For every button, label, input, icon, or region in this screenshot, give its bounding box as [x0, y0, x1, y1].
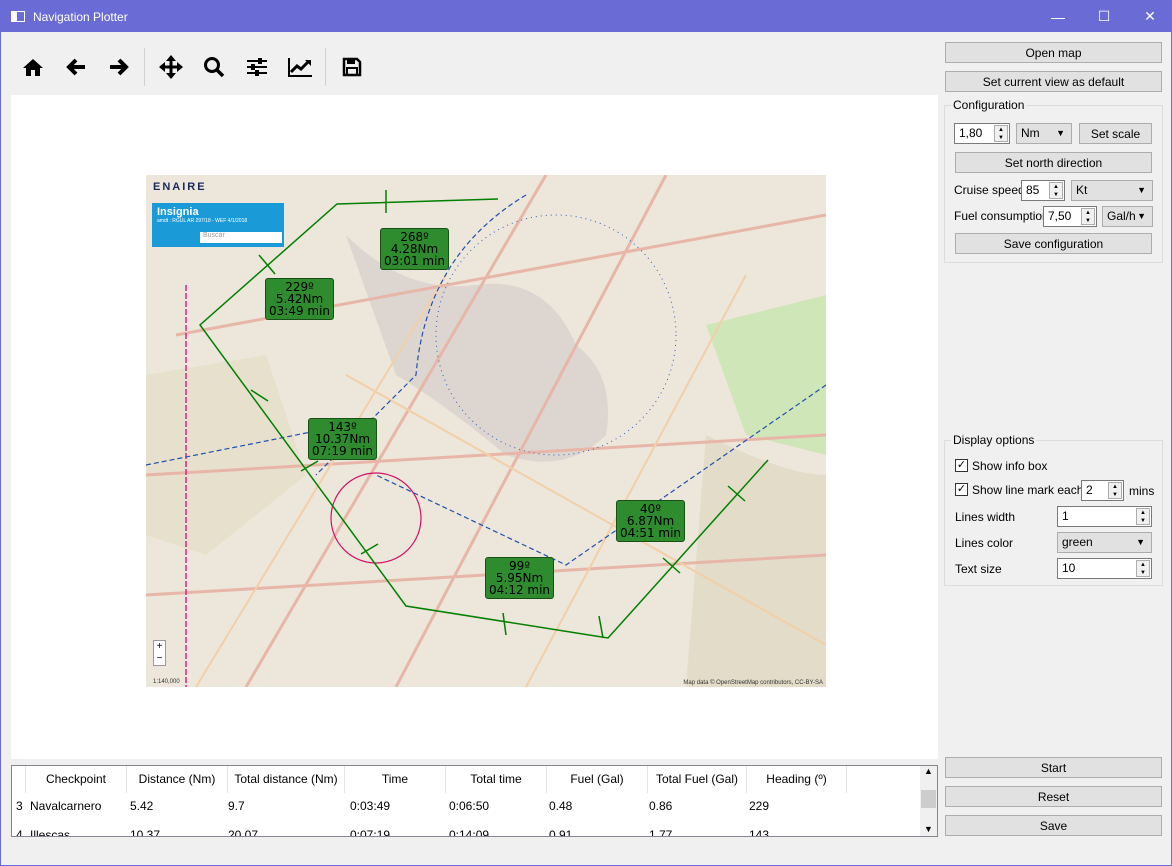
lines-color-select[interactable]: green ▼ [1057, 532, 1152, 553]
fuel-consumption-spinbox[interactable]: 7,50 ▲ ▼ [1043, 206, 1097, 227]
save-configuration-button[interactable]: Save configuration [955, 233, 1152, 254]
forward-button[interactable] [97, 45, 140, 89]
set-default-view-button[interactable]: Set current view as default [945, 71, 1162, 92]
edit-axis-button[interactable] [278, 45, 321, 89]
cruise-unit-select[interactable]: Kt ▼ [1071, 180, 1153, 201]
toolbar-separator [144, 48, 145, 86]
mins-label: mins [1129, 484, 1155, 498]
map-search-input[interactable]: Buscar [200, 232, 282, 243]
save-button[interactable]: Save [945, 815, 1162, 836]
route-line [198, 198, 769, 639]
back-arrow-icon [65, 58, 85, 76]
map-image[interactable]: ENAIRE Insignia amdt : RGUL AR 297/18 - … [146, 175, 826, 687]
column-header[interactable]: Total Fuel (Gal) [648, 766, 747, 793]
map-info-box: Insignia amdt : RGUL AR 297/18 - WEF 4/1… [152, 203, 284, 247]
plot-canvas[interactable]: ENAIRE Insignia amdt : RGUL AR 297/18 - … [11, 95, 938, 759]
forward-arrow-icon [109, 58, 129, 76]
scale-spinbox[interactable]: 1,80 ▲ ▼ [954, 123, 1010, 144]
column-header[interactable]: Total distance (Nm) [228, 766, 345, 793]
title-bar: Navigation Plotter — ☐ ✕ [1, 1, 1172, 32]
scroll-down-icon[interactable]: ▼ [920, 824, 937, 834]
column-header[interactable]: Fuel (Gal) [547, 766, 648, 793]
map-attribution: Map data © OpenStreetMap contributors, C… [683, 680, 823, 686]
fuel-consumption-label: Fuel consumption [954, 209, 1049, 223]
column-header[interactable]: Heading (º) [747, 766, 847, 793]
reset-button[interactable]: Reset [945, 786, 1162, 807]
window-title: Navigation Plotter [33, 9, 128, 24]
start-button[interactable]: Start [945, 757, 1162, 778]
column-header[interactable]: Time [345, 766, 446, 793]
zoom-button[interactable] [192, 45, 235, 89]
set-north-button[interactable]: Set north direction [955, 152, 1152, 173]
map-zoom-control[interactable]: + − [153, 640, 166, 666]
app-icon [11, 11, 25, 22]
show-info-box-checkbox[interactable]: ✓ [955, 459, 968, 472]
toolbar-separator [325, 48, 326, 86]
map-scale: 1:140,000 [153, 679, 180, 685]
column-header[interactable]: Checkpoint [26, 766, 127, 793]
pan-icon [158, 55, 183, 79]
text-size-spinbox[interactable]: 10 ▲ ▼ [1057, 558, 1152, 579]
scroll-up-icon[interactable]: ▲ [920, 766, 937, 776]
cruise-speed-spinbox[interactable]: 85 ▲ ▼ [1021, 180, 1065, 201]
leg-label: 40º 6.87Nm 04:51 min [616, 500, 686, 542]
scroll-thumb[interactable] [921, 790, 936, 808]
save-figure-button[interactable] [330, 45, 373, 89]
leg-label: 229º 5.42Nm 03:49 min [265, 278, 335, 320]
zoom-icon [203, 57, 224, 78]
lines-width-spinbox[interactable]: 1 ▲ ▼ [1057, 506, 1152, 527]
leg-label: 99º 5.95Nm 04:12 min [485, 557, 555, 599]
leg-label: 143º 10.37Nm 07:19 min [308, 418, 378, 460]
open-map-button[interactable]: Open map [945, 42, 1162, 63]
back-button[interactable] [54, 45, 97, 89]
home-icon [22, 59, 43, 76]
display-options-title: Display options [951, 433, 1037, 447]
cruise-speed-label: Cruise speed [954, 183, 1025, 197]
infobox-title: Insignia [157, 206, 199, 218]
show-info-box-label[interactable]: Show info box [972, 459, 1047, 473]
configure-subplots-button[interactable] [235, 45, 278, 89]
table-vertical-scrollbar[interactable]: ▲ ▼ [920, 766, 937, 836]
configuration-title: Configuration [951, 98, 1027, 112]
show-line-mark-checkbox[interactable]: ✓ [955, 483, 968, 496]
enaire-logo: ENAIRE [153, 181, 207, 193]
checkpoint-table: Checkpoint Distance (Nm) Total distance … [11, 765, 938, 837]
column-header[interactable]: Distance (Nm) [127, 766, 228, 793]
lines-color-label: Lines color [955, 536, 1014, 550]
close-button[interactable]: ✕ [1127, 1, 1172, 32]
maximize-button[interactable]: ☐ [1081, 1, 1127, 32]
home-button[interactable] [11, 45, 54, 89]
show-line-mark-label[interactable]: Show line mark each [972, 483, 1083, 497]
save-icon [342, 57, 361, 77]
edit-axis-icon [287, 58, 312, 77]
leg-label: 268º 4.28Nm 03:01 min [380, 228, 450, 270]
set-scale-button[interactable]: Set scale [1079, 123, 1152, 144]
column-header[interactable]: Total time [446, 766, 547, 793]
toolbar [11, 45, 373, 89]
text-size-label: Text size [955, 562, 1002, 576]
row-header-corner [12, 766, 26, 793]
minimize-button[interactable]: — [1035, 1, 1081, 32]
configure-subplots-icon [246, 58, 267, 76]
pan-button[interactable] [149, 45, 192, 89]
line-mark-spinbox[interactable]: 2 ▲ ▼ [1081, 480, 1124, 501]
fuel-unit-select[interactable]: Gal/h ▼ [1102, 206, 1153, 227]
infobox-subtitle: amdt : RGUL AR 297/18 - WEF 4/1/2018 [157, 218, 248, 224]
route-overlay [198, 190, 769, 639]
scale-unit-select[interactable]: Nm ▼ [1016, 123, 1072, 144]
lines-width-label: Lines width [955, 510, 1016, 524]
